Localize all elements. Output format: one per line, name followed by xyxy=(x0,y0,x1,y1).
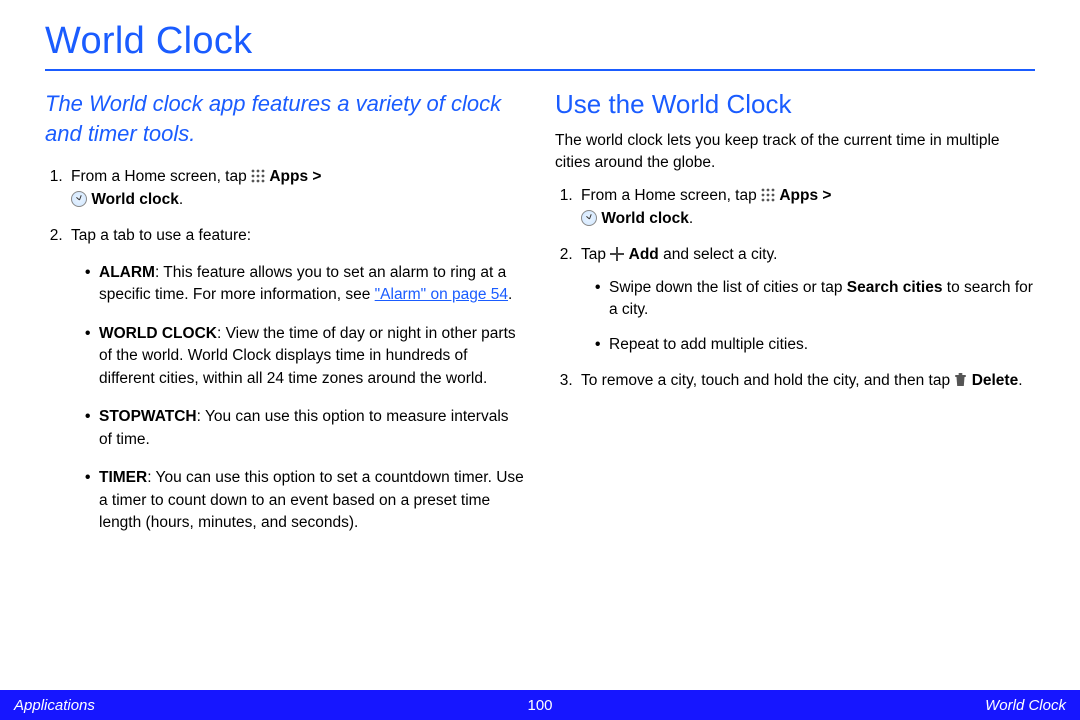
feature-label: TIMER xyxy=(99,469,147,486)
period: . xyxy=(179,191,183,208)
left-step-1: From a Home screen, tap Apps > World clo… xyxy=(67,166,525,211)
feature-alarm: ALARM: This feature allows you to set an… xyxy=(85,262,525,307)
footer-bar: Applications 100 World Clock xyxy=(0,690,1080,720)
alarm-link[interactable]: "Alarm" on page 54 xyxy=(375,286,508,303)
footer-page-number: 100 xyxy=(527,697,552,714)
step-text: To remove a city, touch and hold the cit… xyxy=(581,372,954,389)
page-title: World Clock xyxy=(45,20,1035,63)
title-divider xyxy=(45,69,1035,71)
apps-label: Apps > xyxy=(269,168,321,185)
apps-icon xyxy=(761,187,775,201)
feature-label: WORLD CLOCK xyxy=(99,325,217,342)
intro-text: The World clock app features a variety o… xyxy=(45,89,525,148)
footer-right: World Clock xyxy=(985,697,1066,714)
feature-label: ALARM xyxy=(99,264,155,281)
step-text: Tap xyxy=(581,246,610,263)
feature-list: ALARM: This feature allows you to set an… xyxy=(71,262,525,535)
world-clock-label: World clock xyxy=(601,210,689,227)
world-clock-icon xyxy=(71,191,87,207)
right-step-1: From a Home screen, tap Apps > World clo… xyxy=(577,185,1035,230)
world-clock-label: World clock xyxy=(91,191,179,208)
sub-item-2: Repeat to add multiple cities. xyxy=(595,334,1035,356)
step-text: and select a city. xyxy=(659,246,778,263)
step-text: From a Home screen, tap xyxy=(581,187,761,204)
world-clock-icon xyxy=(581,210,597,226)
page: World Clock The World clock app features… xyxy=(0,0,1080,720)
add-label: Add xyxy=(629,246,659,263)
sub-item-1: Swipe down the list of cities or tap Sea… xyxy=(595,277,1035,322)
sub-text: Swipe down the list of cities or tap xyxy=(609,279,847,296)
right-step-2: Tap Add and select a city. Swipe down th… xyxy=(577,244,1035,356)
right-steps: From a Home screen, tap Apps > World clo… xyxy=(555,185,1035,392)
feature-world-clock: WORLD CLOCK: View the time of day or nig… xyxy=(85,323,525,390)
feature-stopwatch: STOPWATCH: You can use this option to me… xyxy=(85,406,525,451)
footer-left: Applications xyxy=(14,697,95,714)
delete-label: Delete xyxy=(972,372,1019,389)
trash-icon xyxy=(954,372,967,387)
sub-text: Repeat to add multiple cities. xyxy=(609,336,808,353)
step-text: Tap a tab to use a feature: xyxy=(71,227,251,244)
sub-list: Swipe down the list of cities or tap Sea… xyxy=(581,277,1035,356)
plus-icon xyxy=(610,247,624,261)
right-heading: Use the World Clock xyxy=(555,89,1035,120)
right-column: Use the World Clock The world clock lets… xyxy=(555,89,1035,550)
apps-label: Apps > xyxy=(779,187,831,204)
apps-icon xyxy=(251,168,265,182)
period: . xyxy=(508,286,512,303)
right-intro: The world clock lets you keep track of t… xyxy=(555,130,1035,173)
left-step-2: Tap a tab to use a feature: ALARM: This … xyxy=(67,225,525,534)
search-cities-label: Search cities xyxy=(847,279,943,296)
feature-label: STOPWATCH xyxy=(99,408,197,425)
feature-text: : You can use this option to set a count… xyxy=(99,469,524,531)
period: . xyxy=(689,210,693,227)
left-steps: From a Home screen, tap Apps > World clo… xyxy=(45,166,525,534)
columns: The World clock app features a variety o… xyxy=(45,89,1035,550)
period: . xyxy=(1018,372,1022,389)
feature-timer: TIMER: You can use this option to set a … xyxy=(85,467,525,534)
right-step-3: To remove a city, touch and hold the cit… xyxy=(577,370,1035,392)
step-text: From a Home screen, tap xyxy=(71,168,251,185)
left-column: The World clock app features a variety o… xyxy=(45,89,525,550)
